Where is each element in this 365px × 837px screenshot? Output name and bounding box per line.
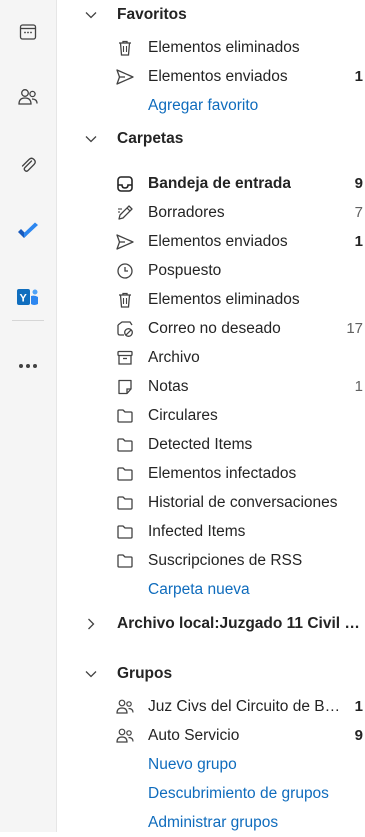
folder-label: Borradores <box>148 203 225 221</box>
favorite-item-sent[interactable]: Elementos enviados 1 <box>57 62 365 91</box>
archive-box-icon <box>115 348 135 368</box>
calendar-icon[interactable] <box>0 12 56 52</box>
folder-item-sent[interactable]: Elementos enviados 1 <box>57 227 365 256</box>
attachment-icon[interactable] <box>0 145 56 185</box>
section-title: Carpetas <box>117 129 184 147</box>
group-people-icon <box>115 726 135 746</box>
folder-label: Elementos eliminados <box>148 290 300 308</box>
folder-label: Correo no deseado <box>148 319 281 337</box>
trash-icon <box>115 290 135 310</box>
clock-icon <box>115 261 135 281</box>
folder-item-infected[interactable]: Infected Items <box>57 517 365 546</box>
add-favorite-label[interactable]: Agregar favorito <box>148 97 258 115</box>
more-apps-icon[interactable] <box>0 346 56 386</box>
folder-icon <box>115 435 135 455</box>
group-people-icon <box>115 697 135 717</box>
item-count: 17 <box>346 320 363 337</box>
folder-label: Suscripciones de RSS <box>148 551 303 569</box>
new-folder-link[interactable]: Carpeta nueva <box>57 575 365 604</box>
folder-label: Infected Items <box>148 522 246 540</box>
manage-groups-label[interactable]: Administrar grupos <box>148 814 278 832</box>
folder-label: Elementos infectados <box>148 464 297 482</box>
folder-item-inbox[interactable]: Bandeja de entrada 9 <box>57 169 365 198</box>
favorites-header[interactable]: Favoritos <box>57 0 365 29</box>
svg-text:Y: Y <box>20 293 28 305</box>
local-archive-header[interactable]: Archivo local:Juzgado 11 Civil del Circu… <box>57 609 365 638</box>
send-icon <box>115 232 135 252</box>
people-icon[interactable] <box>0 77 56 117</box>
group-item[interactable]: Juz Civs del Circuito de Bogotá 1 <box>57 692 365 721</box>
folders-header[interactable]: Carpetas <box>57 124 365 153</box>
manage-groups-link[interactable]: Administrar grupos <box>57 808 365 837</box>
yammer-icon[interactable]: Y <box>0 277 56 317</box>
junk-mail-icon <box>115 319 135 339</box>
folder-item-deleted[interactable]: Elementos eliminados <box>57 285 365 314</box>
folder-label: Elementos enviados <box>148 67 288 85</box>
new-folder-label[interactable]: Carpeta nueva <box>148 581 250 599</box>
discover-groups-label[interactable]: Descubrimiento de grupos <box>148 785 329 803</box>
chevron-down-icon[interactable] <box>84 132 98 146</box>
folder-item-infectados[interactable]: Elementos infectados <box>57 459 365 488</box>
folder-label: Bandeja de entrada <box>148 174 291 192</box>
folder-item-historial[interactable]: Historial de conversaciones <box>57 488 365 517</box>
folder-item-snoozed[interactable]: Pospuesto <box>57 256 365 285</box>
chevron-down-icon[interactable] <box>84 8 98 22</box>
chevron-down-icon[interactable] <box>84 667 98 681</box>
trash-icon <box>115 38 135 58</box>
folder-item-drafts[interactable]: Borradores 7 <box>57 198 365 227</box>
folder-item-junk[interactable]: Correo no deseado 17 <box>57 314 365 343</box>
group-label: Auto Servicio <box>148 726 240 744</box>
group-label: Juz Civs del Circuito de Bogotá <box>148 697 344 715</box>
folder-label: Elementos enviados <box>148 232 288 250</box>
new-group-label[interactable]: Nuevo grupo <box>148 756 237 774</box>
add-favorite-link[interactable]: Agregar favorito <box>57 91 365 120</box>
section-title: Grupos <box>117 664 173 682</box>
folder-item-notes[interactable]: Notas 1 <box>57 372 365 401</box>
section-title: Favoritos <box>117 5 187 23</box>
folder-icon <box>115 551 135 571</box>
discover-groups-link[interactable]: Descubrimiento de grupos <box>57 779 365 808</box>
unread-count: 1 <box>354 68 363 85</box>
folder-label: Notas <box>148 377 189 395</box>
folder-icon <box>115 522 135 542</box>
unread-count: 1 <box>354 698 363 715</box>
item-count: 7 <box>354 204 363 221</box>
folder-label: Historial de conversaciones <box>148 493 338 511</box>
section-title: Archivo local:Juzgado 11 Civil del Circu… <box>117 614 365 632</box>
unread-count: 9 <box>354 175 363 192</box>
rail-divider <box>12 320 44 321</box>
app-rail: Y <box>0 0 57 832</box>
folder-icon <box>115 493 135 513</box>
folder-icon <box>115 464 135 484</box>
unread-count: 1 <box>354 233 363 250</box>
folder-item-circulares[interactable]: Circulares <box>57 401 365 430</box>
chevron-right-icon[interactable] <box>84 617 98 631</box>
group-item[interactable]: Auto Servicio 9 <box>57 721 365 750</box>
send-icon <box>115 67 135 87</box>
new-group-link[interactable]: Nuevo grupo <box>57 750 365 779</box>
note-icon <box>115 377 135 397</box>
drafts-pencil-icon <box>115 203 135 223</box>
favorite-item-deleted[interactable]: Elementos eliminados <box>57 33 365 62</box>
todo-icon[interactable] <box>0 212 56 252</box>
groups-header[interactable]: Grupos <box>57 659 365 688</box>
folder-item-archive[interactable]: Archivo <box>57 343 365 372</box>
folder-label: Circulares <box>148 406 218 424</box>
folder-label: Detected Items <box>148 435 253 453</box>
unread-count: 9 <box>354 727 363 744</box>
folder-label: Archivo <box>148 348 200 366</box>
folder-label: Pospuesto <box>148 261 222 279</box>
folder-label: Elementos eliminados <box>148 38 300 56</box>
item-count: 1 <box>354 378 363 395</box>
folder-item-rss[interactable]: Suscripciones de RSS <box>57 546 365 575</box>
folder-item-detected[interactable]: Detected Items <box>57 430 365 459</box>
inbox-icon <box>115 174 135 194</box>
folder-icon <box>115 406 135 426</box>
folder-pane: Favoritos Elementos eliminados Elementos… <box>57 0 365 832</box>
